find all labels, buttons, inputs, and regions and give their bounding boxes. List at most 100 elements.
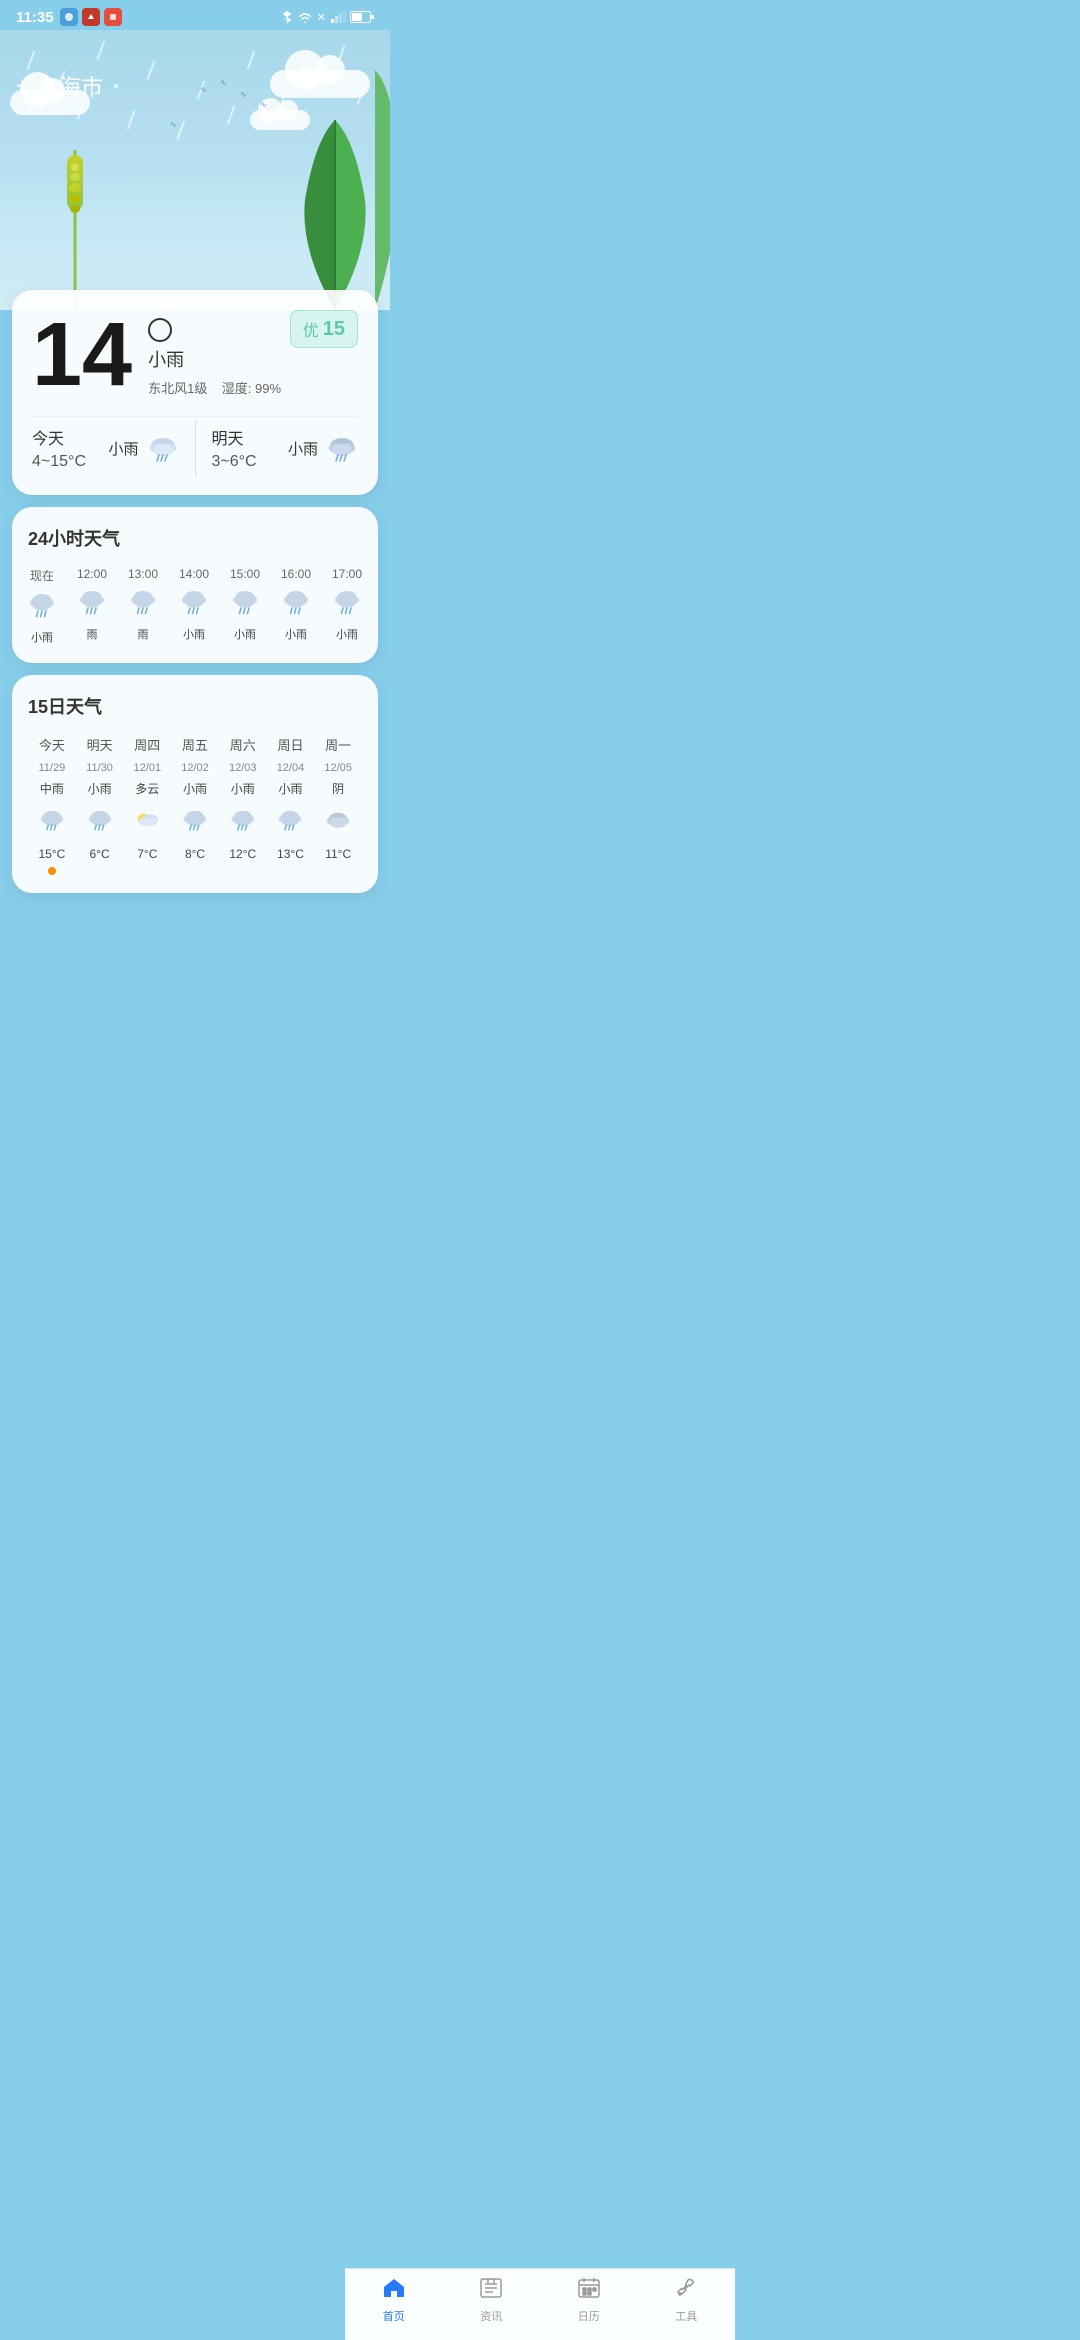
nav-news-label: 资讯 [480,2308,502,2324]
nav-calendar[interactable]: 日历 [577,2277,601,2324]
tomorrow-temp: 3~6°C [212,453,257,471]
daily-date-4: 12/03 [219,762,267,774]
daily-date-6: 12/05 [314,762,362,774]
today-temp: 4~15°C [32,453,86,471]
aqi-badge: 优 15 [290,310,358,348]
daily-label-0: 今天 [28,735,76,754]
rain-line [147,60,155,79]
hourly-title: 24小时天气 [28,525,362,551]
rain-line [177,120,185,139]
daily-dot-5 [267,867,315,875]
current-weather-card: 14 小雨 东北风1级 湿度: 99% 优 15 今天 4~15°C [12,290,378,495]
hour-icon-2 [129,587,157,620]
daily-icon-6 [314,807,362,839]
nav-home[interactable]: 首页 [382,2277,406,2324]
hour-desc-5: 小雨 [285,626,307,642]
nav-home-label: 首页 [383,2308,405,2324]
today-tomorrow-section: 今天 4~15°C 小雨 [32,416,358,475]
today-condition: 小雨 [108,438,138,459]
hour-time-5: 16:00 [281,567,311,581]
daily-temp-3: 8°C [171,847,219,861]
daily-label-4: 周六 [219,735,267,754]
nav-tools[interactable]: 工具 [674,2277,698,2324]
bird-4: ∿ [260,100,267,109]
daily-card: 15日天气 今天明天周四周五周六周日周一 11/2911/3012/0112/0… [12,675,378,893]
daily-icon-1 [76,807,124,839]
rain-line [97,40,105,59]
daily-desc-3: 小雨 [171,780,219,797]
home-icon [382,2277,406,2305]
hour-time-3: 14:00 [179,567,209,581]
bird-5: ∿ [170,120,177,129]
tomorrow-weather-icon [326,434,358,462]
hour-desc-3: 小雨 [183,626,205,642]
rain-line [127,110,135,129]
app-icon-3 [104,8,122,26]
rain-line [77,100,85,119]
daily-desc-2: 多云 [123,780,171,797]
daily-desc-5: 小雨 [267,780,315,797]
hour-icon-6 [333,587,361,620]
weather-info: 小雨 东北风1级 湿度: 99% [148,310,290,397]
daily-header: 今天明天周四周五周六周日周一 [28,735,362,754]
main-content: 14 小雨 东北风1级 湿度: 99% 优 15 今天 4~15°C [0,290,390,985]
aqi-value: 15 [323,318,345,341]
news-icon [479,2277,503,2305]
location-header[interactable]: + 上海市 ● [16,70,119,102]
hour-time-0: 现在 [30,567,54,584]
daily-temp-0: 15°C [28,847,76,861]
app-icon-1 [60,8,78,26]
current-main: 14 小雨 东北风1级 湿度: 99% 优 15 [32,310,358,400]
daily-label-3: 周五 [171,735,219,754]
daily-icon-4 [219,807,267,839]
daily-desc-6: 阴 [314,780,362,797]
daily-label-6: 周一 [314,735,362,754]
nav-news[interactable]: 资讯 [479,2277,503,2324]
daily-date-2: 12/01 [123,762,171,774]
hero-section: + 上海市 ● ∿ ∿ ∿ ∿ ∿ [0,30,390,310]
daily-temp-6: 11°C [314,847,362,861]
daily-dot-2 [123,867,171,875]
bird-3: ∿ [240,90,247,99]
hour-item-4: 15:00 小雨 [230,567,260,642]
wheat-seeds [69,161,81,215]
daily-dot-6 [314,867,362,875]
hour-desc-6: 小雨 [336,626,358,642]
aqi-label: 优 [303,317,319,341]
wind-info: 东北风1级 [148,381,207,396]
rain-line [227,105,235,124]
hour-item-6: 17:00 小雨 [332,567,362,642]
hour-time-6: 17:00 [332,567,362,581]
hourly-row: 现在 小雨12:00 雨13:00 [28,567,362,645]
bird-2: ∿ [220,78,227,87]
white-dot: ● [113,81,119,92]
today-label: 今天 [32,425,86,449]
daily-temp-5: 13°C [267,847,315,861]
daily-date-0: 11/29 [28,762,76,774]
weather-condition-circle [148,318,172,342]
tomorrow-condition: 小雨 [288,438,318,459]
tomorrow-label: 明天 [212,425,257,449]
status-time: 11:35 [16,9,54,26]
hour-icon-3 [180,587,208,620]
daily-date-1: 11/30 [76,762,124,774]
hourly-card: 24小时天气 现在 小雨12:00 雨13:00 [12,507,378,663]
today-info: 今天 4~15°C [32,425,86,471]
daily-icons [28,807,362,839]
daily-temps: 15°C6°C7°C8°C12°C13°C11°C [28,847,362,861]
today-condition-container: 小雨 [108,434,178,462]
daily-dot-1 [76,867,124,875]
add-city-icon[interactable]: + [16,75,29,97]
daily-icon-3 [171,807,219,839]
daily-dot-3 [171,867,219,875]
hour-time-1: 12:00 [77,567,107,581]
hour-item-2: 13:00 雨 [128,567,158,642]
daily-temp-4: 12°C [219,847,267,861]
green-leaf-right2 [350,40,390,310]
today-weather: 今天 4~15°C 小雨 [32,421,179,475]
daily-dots-row [28,867,362,875]
app-icons [60,8,122,26]
daily-desc-4: 小雨 [219,780,267,797]
status-bar: 11:35 ✕ ⚡ [0,0,390,30]
tomorrow-info: 明天 3~6°C [212,425,257,471]
